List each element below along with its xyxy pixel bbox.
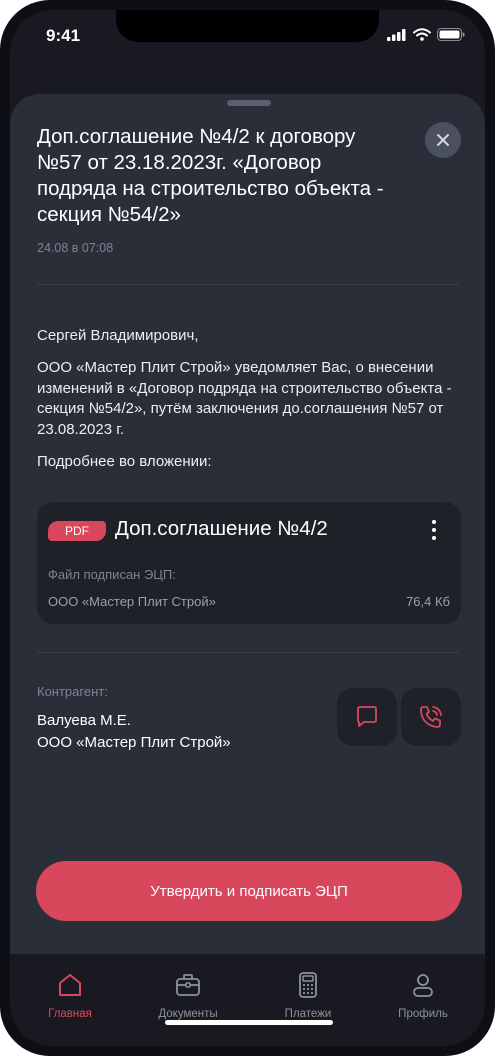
- contractor-info: Валуева М.Е. ООО «Мастер Плит Строй»: [37, 710, 231, 754]
- notch: [116, 10, 379, 42]
- status-time: 9:41: [46, 26, 81, 45]
- attachment-size: 76,4 Кб: [406, 594, 450, 609]
- close-button[interactable]: [425, 122, 461, 158]
- chat-icon: [357, 706, 377, 727]
- phone-frame: 9:41 Доп.соглашение №4/2 к договору №57 …: [0, 0, 495, 1056]
- tab-bar: Главная Документы Платежи Профиль: [10, 954, 485, 1046]
- greeting: Сергей Владимирович,: [37, 327, 199, 344]
- approve-sign-button[interactable]: Утвердить и подписать ЭЦП: [36, 861, 462, 921]
- more-options-icon[interactable]: [423, 516, 445, 544]
- sheet-grabber[interactable]: [227, 100, 271, 106]
- briefcase-icon: [176, 974, 200, 996]
- divider-top: [37, 284, 459, 285]
- details-label: Подробнее во вложении:: [37, 453, 212, 470]
- tab-payments[interactable]: Платежи: [258, 968, 358, 1020]
- contractor-company: ООО «Мастер Плит Строй»: [37, 734, 231, 751]
- tab-documents-label: Документы: [158, 1008, 218, 1020]
- signal-icon: [387, 28, 406, 41]
- signature-caption: Файл подписан ЭЦП:: [48, 567, 176, 582]
- call-button[interactable]: [401, 688, 461, 746]
- message-body: ООО «Мастер Плит Строй» уведомляет Вас, …: [37, 359, 452, 438]
- tab-payments-label: Платежи: [284, 1008, 332, 1020]
- attachment-company: ООО «Мастер Плит Строй»: [48, 594, 216, 609]
- home-indicator: [165, 1020, 333, 1025]
- chat-button[interactable]: [337, 688, 397, 746]
- pdf-badge: PDF: [48, 521, 106, 541]
- tab-profile-label: Профиль: [398, 1008, 448, 1020]
- contractor-label: Контрагент:: [37, 684, 108, 699]
- tab-home[interactable]: Главная: [20, 968, 120, 1020]
- wifi-icon: [413, 28, 431, 41]
- tab-profile[interactable]: Профиль: [373, 968, 473, 1020]
- status-icons: [387, 28, 465, 41]
- message-sheet: Доп.соглашение №4/2 к договору №57 от 23…: [10, 94, 485, 954]
- screen: 9:41 Доп.соглашение №4/2 к договору №57 …: [10, 10, 485, 1046]
- contractor-name: Валуева М.Е.: [37, 712, 131, 729]
- close-icon: [437, 134, 449, 146]
- home-icon: [59, 974, 81, 996]
- phone-call-icon: [420, 706, 442, 728]
- calculator-icon: [299, 972, 317, 998]
- message-title: Доп.соглашение №4/2 к договору №57 от 23…: [37, 125, 384, 226]
- attachment-card[interactable]: PDF Доп.соглашение №4/2 Файл подписан ЭЦ…: [37, 502, 461, 624]
- user-icon: [413, 974, 433, 997]
- battery-icon: [437, 28, 465, 41]
- message-date: 24.08 в 07:08: [37, 241, 114, 255]
- tab-home-label: Главная: [48, 1008, 92, 1020]
- attachment-title[interactable]: Доп.соглашение №4/2: [115, 517, 328, 541]
- tab-documents[interactable]: Документы: [138, 968, 238, 1020]
- divider-bottom: [37, 652, 459, 653]
